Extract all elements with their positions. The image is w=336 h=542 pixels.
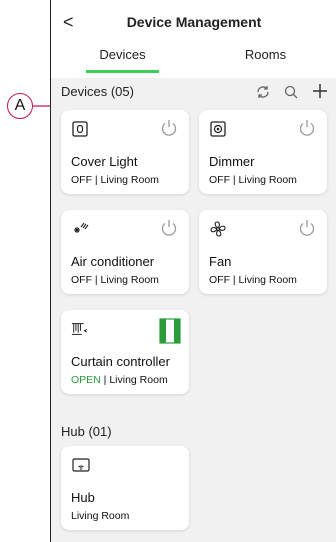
active-tab-indicator: [86, 70, 159, 73]
device-status: OFF | Living Room: [71, 174, 159, 186]
dimmer-icon: [210, 121, 226, 137]
device-name: Cover Light: [71, 154, 138, 169]
callout-a: A: [7, 93, 33, 119]
refresh-icon[interactable]: [255, 84, 271, 100]
device-card-air-conditioner[interactable]: Air conditioner OFF | Living Room: [61, 210, 189, 294]
curtain-icon: [71, 323, 88, 335]
device-status: OFF | Living Room: [209, 274, 297, 286]
device-state: OFF: [209, 274, 230, 286]
hub-icon: [72, 458, 90, 472]
curtain-open-indicator-icon[interactable]: [159, 318, 181, 344]
callout-label: A: [14, 97, 26, 114]
header: < Device Management Devices Rooms: [51, 0, 336, 78]
cover-light-icon: [72, 121, 88, 137]
hub-section-title: Hub (01): [61, 424, 112, 439]
device-status: OFF | Living Room: [71, 274, 159, 286]
device-card-hub[interactable]: Hub Living Room: [61, 446, 189, 530]
device-name: Air conditioner: [71, 254, 155, 269]
page-title: Device Management: [126, 14, 262, 30]
device-room: | Living Room: [230, 274, 297, 286]
device-room: | Living Room: [100, 374, 168, 386]
device-room: | Living Room: [92, 274, 159, 286]
tab-devices[interactable]: Devices: [51, 47, 194, 62]
search-icon[interactable]: [283, 84, 299, 100]
devices-section-title: Devices (05): [61, 84, 134, 99]
device-name: Dimmer: [209, 154, 255, 169]
device-card-cover-light[interactable]: Cover Light OFF | Living Room: [61, 110, 189, 194]
device-state: OFF: [209, 174, 230, 186]
device-state: OFF: [71, 174, 92, 186]
device-status: OPEN | Living Room: [71, 374, 168, 386]
device-name: Hub: [71, 490, 95, 505]
device-name: Fan: [209, 254, 232, 269]
device-card-curtain-controller[interactable]: Curtain controller OPEN | Living Room: [61, 310, 189, 394]
power-icon[interactable]: [297, 118, 317, 138]
tab-rooms[interactable]: Rooms: [194, 47, 336, 62]
device-card-dimmer[interactable]: Dimmer OFF | Living Room: [199, 110, 327, 194]
power-icon[interactable]: [297, 218, 317, 238]
add-icon[interactable]: [311, 82, 329, 100]
device-state: OFF: [71, 274, 92, 286]
device-card-fan[interactable]: Fan OFF | Living Room: [199, 210, 327, 294]
fan-icon: [210, 221, 226, 237]
device-state: OPEN: [71, 374, 101, 386]
air-conditioner-icon: [74, 222, 89, 233]
device-name: Curtain controller: [71, 354, 170, 369]
device-status: OFF | Living Room: [209, 174, 297, 186]
power-icon[interactable]: [159, 218, 179, 238]
app-screen: < Device Management Devices Rooms Device…: [50, 0, 336, 542]
power-icon[interactable]: [159, 118, 179, 138]
device-room: | Living Room: [230, 174, 297, 186]
device-room: | Living Room: [92, 174, 159, 186]
device-room: Living Room: [71, 510, 130, 522]
